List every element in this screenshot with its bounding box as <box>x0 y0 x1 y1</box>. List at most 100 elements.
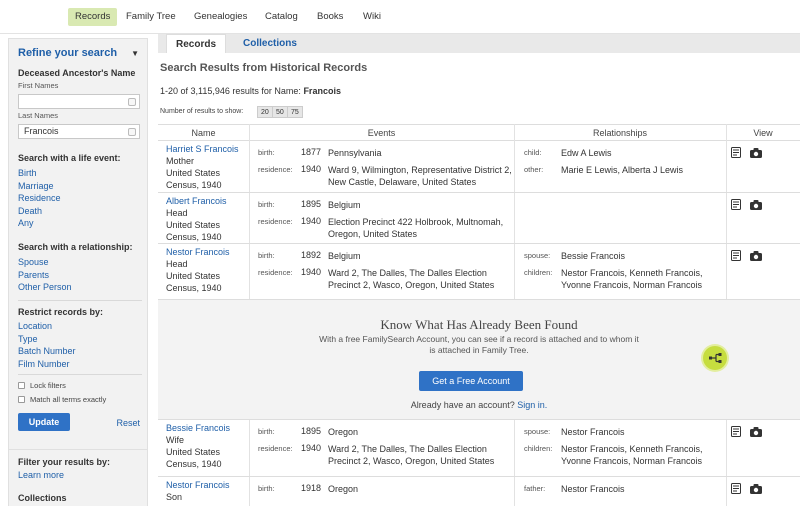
relationship-label: spouse: <box>524 427 551 436</box>
table-row: Harriet S Francois Mother United States … <box>158 141 800 193</box>
show-75-button[interactable]: 75 <box>287 106 303 118</box>
record-role: Head <box>166 259 188 269</box>
relationship-parents[interactable]: Parents <box>18 270 49 280</box>
nav-catalog[interactable]: Catalog <box>258 8 305 26</box>
event-year: 1940 <box>301 443 322 453</box>
learn-more-link[interactable]: Learn more <box>18 470 64 480</box>
table-row: Bessie Francois Wife United States Censu… <box>158 420 800 477</box>
checkbox-icon[interactable] <box>18 396 25 403</box>
event-label: birth: <box>258 200 275 209</box>
restrict-location[interactable]: Location <box>18 321 52 331</box>
tab-collections[interactable]: Collections <box>234 34 306 53</box>
relationship-other-person[interactable]: Other Person <box>18 282 72 292</box>
record-name-link[interactable]: Nestor Francois <box>166 480 230 490</box>
sidebar: Refine your search ▼ Deceased Ancestor's… <box>8 38 148 506</box>
life-event-any[interactable]: Any <box>18 218 34 228</box>
checkbox-icon[interactable] <box>18 382 25 389</box>
life-event-marriage[interactable]: Marriage <box>18 181 54 191</box>
nav-books[interactable]: Books <box>310 8 350 26</box>
relationship-names: Nestor Francois, Kenneth Francois, Yvonn… <box>561 444 703 466</box>
column-header-events: Events <box>367 128 396 138</box>
sign-in-link[interactable]: Sign in. <box>517 400 547 410</box>
filter-heading: Filter your results by: <box>18 457 111 467</box>
get-free-account-button[interactable]: Get a Free Account <box>419 371 523 391</box>
column-header-relationships: Relationships <box>592 128 648 138</box>
tab-records[interactable]: Records <box>166 34 227 53</box>
lock-filters-label: Lock filters <box>30 381 66 390</box>
record-role: Mother <box>166 156 195 166</box>
relationship-names: Nestor Francois <box>561 484 625 494</box>
record-collection: Census, 1940 <box>166 232 222 242</box>
record-name-link[interactable]: Bessie Francois <box>166 423 230 433</box>
record-place: United States <box>166 168 221 178</box>
nav-family-tree[interactable]: Family Tree <box>119 8 183 26</box>
top-navigation: Records Family Tree Genealogies Catalog … <box>0 0 800 34</box>
last-names-value: Francois <box>24 126 59 136</box>
record-name-link[interactable]: Albert Francois <box>166 196 227 206</box>
camera-icon[interactable] <box>750 484 762 494</box>
nav-genealogies[interactable]: Genealogies <box>187 8 254 26</box>
collections-filter[interactable]: Collections <box>18 493 67 503</box>
event-label: residence: <box>258 444 293 453</box>
record-details-icon[interactable] <box>731 147 741 158</box>
show-20-button[interactable]: 20 <box>257 106 273 118</box>
record-place: United States <box>166 447 221 457</box>
event-label: birth: <box>258 484 275 493</box>
ancestor-heading: Deceased Ancestor's Name <box>18 68 136 78</box>
restrict-film-number[interactable]: Film Number <box>18 359 70 369</box>
divider <box>18 374 142 375</box>
family-tree-icon <box>709 353 722 363</box>
life-event-heading: Search with a life event: <box>18 153 121 163</box>
last-names-label: Last Names <box>18 111 59 120</box>
event-place: Ward 9, Wilmington, Representative Distr… <box>328 165 512 187</box>
promo-signin: Already have an account? Sign in. <box>158 400 800 410</box>
record-role: Wife <box>166 435 184 445</box>
camera-icon[interactable] <box>750 251 762 261</box>
table-row: Nestor Francois Son birth: 1918 Oregon f… <box>158 477 800 506</box>
event-label: birth: <box>258 427 275 436</box>
record-name-link[interactable]: Harriet S Francois <box>166 144 239 154</box>
event-year: 1940 <box>301 216 322 226</box>
restrict-batch-number[interactable]: Batch Number <box>18 346 76 356</box>
record-name-link[interactable]: Nestor Francois <box>166 247 230 257</box>
lock-filters-checkbox[interactable]: Lock filters <box>18 381 66 390</box>
record-details-icon[interactable] <box>731 426 741 437</box>
event-year: 1940 <box>301 164 322 174</box>
relationship-spouse[interactable]: Spouse <box>18 257 49 267</box>
nav-records[interactable]: Records <box>68 8 118 26</box>
update-button[interactable]: Update <box>18 413 70 431</box>
record-details-icon[interactable] <box>731 199 741 210</box>
event-label: birth: <box>258 251 275 260</box>
show-50-button[interactable]: 50 <box>272 106 288 118</box>
refine-title[interactable]: Refine your search <box>18 47 117 59</box>
record-collection: Census, 1940 <box>166 180 222 190</box>
event-label: residence: <box>258 217 293 226</box>
relationship-label: other: <box>524 165 544 174</box>
relationship-names: Bessie Francois <box>561 251 626 261</box>
last-names-input[interactable]: Francois <box>18 124 140 139</box>
results-count-name: Francois <box>303 86 341 96</box>
nav-wiki[interactable]: Wiki <box>356 8 388 26</box>
reset-link[interactable]: Reset <box>116 418 140 428</box>
match-all-checkbox[interactable]: Match all terms exactly <box>18 395 106 404</box>
clear-field-icon[interactable] <box>128 128 136 136</box>
event-place: Oregon <box>328 427 359 437</box>
event-year: 1895 <box>301 426 322 436</box>
camera-icon[interactable] <box>750 200 762 210</box>
restrict-type[interactable]: Type <box>18 334 38 344</box>
first-names-input[interactable] <box>18 94 140 109</box>
tree-badge[interactable] <box>703 346 727 370</box>
life-event-death[interactable]: Death <box>18 206 42 216</box>
record-details-icon[interactable] <box>731 250 741 261</box>
life-event-birth[interactable]: Birth <box>18 168 37 178</box>
life-event-residence[interactable]: Residence <box>18 193 61 203</box>
camera-icon[interactable] <box>750 427 762 437</box>
camera-icon[interactable] <box>750 148 762 158</box>
clear-field-icon[interactable] <box>128 98 136 106</box>
record-place: United States <box>166 271 221 281</box>
record-details-icon[interactable] <box>731 483 741 494</box>
caret-down-icon[interactable]: ▼ <box>131 49 139 58</box>
relationship-label: spouse: <box>524 251 551 260</box>
event-year: 1940 <box>301 267 322 277</box>
result-tabs: Records Collections <box>158 34 800 53</box>
